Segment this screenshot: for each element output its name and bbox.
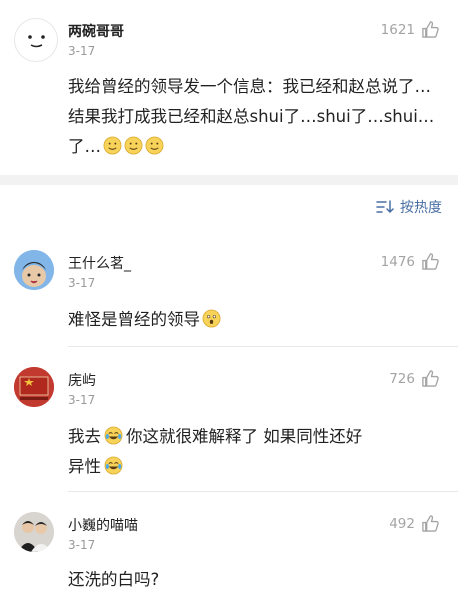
avatar[interactable] (14, 18, 58, 62)
comment-date: 3-17 (68, 44, 96, 58)
comment-date: 3-17 (68, 276, 96, 290)
section-separator (0, 175, 458, 185)
username[interactable]: 庑屿 (68, 370, 96, 390)
avatar[interactable] (14, 367, 54, 407)
sort-icon (376, 200, 394, 214)
like-count: 492 (389, 515, 415, 532)
thumbs-up-icon (422, 21, 439, 38)
like-button[interactable]: 1476 (381, 252, 440, 271)
row-divider (68, 346, 458, 347)
comment-body: 我给曾经的领导发一个信息：我已经和赵总说了…结果我打成我已经和赵总shui了…s… (68, 77, 435, 156)
like-button[interactable]: 726 (389, 369, 440, 388)
comment-body-cont: 你这就很难解释了 如果同性还好 (126, 427, 363, 446)
like-button[interactable]: 1621 (381, 20, 440, 39)
blush-emoji-icon (124, 136, 143, 155)
comment-text: 我去 你这就很难解释了 如果同性还好异性 (68, 422, 442, 482)
like-count: 1621 (380, 21, 415, 38)
comment-date: 3-17 (68, 538, 96, 552)
avatar-image (14, 250, 54, 290)
comment-body: 还洗的白吗? (68, 570, 160, 589)
avatar-image (14, 367, 54, 407)
avatar[interactable] (14, 250, 54, 290)
laughing-tears-emoji-icon (104, 456, 123, 475)
username[interactable]: 两碗哥哥 (68, 21, 124, 41)
sort-label: 按热度 (400, 200, 442, 216)
comment-body-line2: 异性 (68, 457, 101, 476)
thumbs-up-icon (422, 370, 439, 387)
like-count: 726 (389, 370, 415, 387)
comment-body: 我去 (68, 427, 101, 446)
thumbs-up-icon (422, 253, 439, 270)
comment-text: 还洗的白吗? (68, 565, 442, 595)
comment-text: 难怪是曾经的领导 (68, 305, 442, 335)
smiley-face-icon (28, 35, 45, 48)
laughing-tears-emoji-icon (104, 426, 123, 445)
like-button[interactable]: 492 (389, 514, 440, 533)
shocked-emoji-icon (202, 309, 221, 328)
comment-text: 我给曾经的领导发一个信息：我已经和赵总说了…结果我打成我已经和赵总shui了…s… (68, 72, 442, 162)
blush-emoji-icon (103, 136, 122, 155)
row-divider (68, 491, 458, 492)
avatar-image (14, 512, 54, 552)
like-count: 1476 (380, 253, 415, 270)
sort-button[interactable]: 按热度 (376, 197, 442, 217)
avatar[interactable] (14, 512, 54, 552)
comment-body: 难怪是曾经的领导 (68, 310, 200, 329)
comment-date: 3-17 (68, 393, 96, 407)
username[interactable]: 王什么茗_ (68, 253, 131, 273)
thumbs-up-icon (422, 515, 439, 532)
username[interactable]: 小巍的喵喵 (68, 515, 138, 535)
blush-emoji-icon (145, 136, 164, 155)
